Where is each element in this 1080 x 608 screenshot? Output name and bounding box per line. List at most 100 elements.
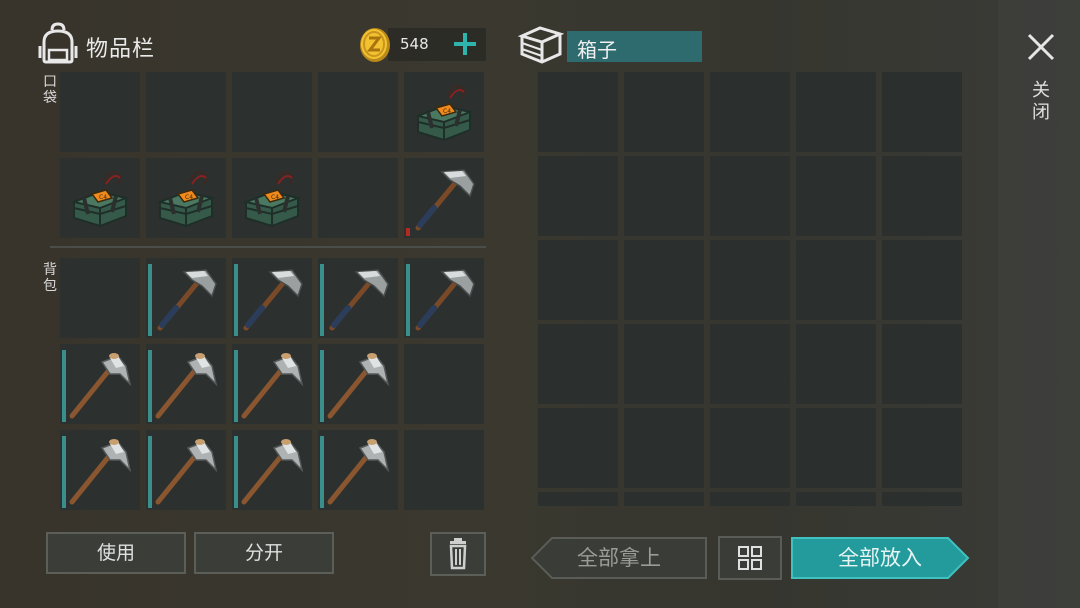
box-slot[interactable] <box>796 156 876 236</box>
stone-pickaxe-icon <box>241 439 304 505</box>
c4-explosive-icon: C4 <box>242 171 302 228</box>
box-slot[interactable] <box>796 240 876 320</box>
divider <box>50 246 486 248</box>
box-slot[interactable] <box>710 408 790 488</box>
close-icon <box>1027 33 1055 61</box>
inventory-title: 物品栏 <box>86 37 156 62</box>
stone-pickaxe-icon <box>69 439 132 505</box>
pocket-slot[interactable] <box>60 72 140 152</box>
backpack-icon <box>38 22 78 64</box>
box-slot[interactable] <box>882 492 962 506</box>
box-slot[interactable] <box>538 492 618 506</box>
svg-text:C4: C4 <box>443 108 451 115</box>
pocket-label: 口袋 <box>43 74 57 106</box>
box-slot[interactable] <box>538 324 618 404</box>
put-all-button[interactable]: 全部放入 <box>790 536 970 580</box>
backpack-slot[interactable] <box>404 430 484 510</box>
box-slot[interactable] <box>882 408 962 488</box>
take-all-label: 全部拿上 <box>577 546 661 570</box>
backpack-slot[interactable] <box>60 344 140 424</box>
durability-bar <box>148 436 152 508</box>
box-slot[interactable] <box>882 240 962 320</box>
box-slot[interactable] <box>882 72 962 152</box>
box-slot[interactable] <box>796 324 876 404</box>
backpack-slot[interactable] <box>60 430 140 510</box>
durability-bar <box>406 228 410 236</box>
trash-button[interactable] <box>430 532 486 576</box>
pocket-slot[interactable]: C4 <box>232 158 312 238</box>
backpack-slot[interactable] <box>60 258 140 338</box>
backpack-slot[interactable] <box>232 258 312 338</box>
box-slot[interactable] <box>710 240 790 320</box>
pocket-slot[interactable] <box>318 72 398 152</box>
box-slot[interactable] <box>538 72 618 152</box>
box-slot[interactable] <box>710 324 790 404</box>
box-slot[interactable] <box>710 492 790 506</box>
stone-pickaxe-icon <box>327 353 390 419</box>
steel-pickaxe-icon <box>157 269 217 331</box>
pocket-slot[interactable] <box>404 158 484 238</box>
sort-button[interactable] <box>718 536 782 580</box>
split-button[interactable]: 分开 <box>194 532 334 574</box>
steel-pickaxe-icon <box>415 269 475 331</box>
box-slot[interactable] <box>624 492 704 506</box>
durability-bar <box>406 264 410 336</box>
pocket-slot[interactable] <box>318 158 398 238</box>
backpack-slot[interactable] <box>404 344 484 424</box>
backpack-label: 背包 <box>43 262 57 294</box>
box-slot[interactable] <box>624 408 704 488</box>
box-slot[interactable] <box>796 408 876 488</box>
plus-icon <box>454 33 476 55</box>
backpack-slot[interactable] <box>318 344 398 424</box>
box-slot[interactable] <box>710 72 790 152</box>
pocket-slot[interactable]: C4 <box>60 158 140 238</box>
box-slot[interactable] <box>882 324 962 404</box>
backpack-slot[interactable] <box>146 258 226 338</box>
box-slot[interactable] <box>538 156 618 236</box>
close-label[interactable]: 关闭 <box>1030 80 1052 124</box>
box-icon <box>517 24 565 64</box>
backpack-slot[interactable] <box>232 344 312 424</box>
pocket-slot[interactable]: C4 <box>404 72 484 152</box>
close-button[interactable] <box>1026 32 1056 62</box>
svg-text:C4: C4 <box>271 194 279 201</box>
add-coins-button[interactable] <box>452 31 478 57</box>
backpack-slot[interactable] <box>232 430 312 510</box>
durability-bar <box>234 350 238 422</box>
pocket-slot[interactable] <box>146 72 226 152</box>
svg-text:C4: C4 <box>99 194 107 201</box>
backpack-slot[interactable] <box>146 430 226 510</box>
steel-pickaxe-icon <box>329 269 389 331</box>
use-button[interactable]: 使用 <box>46 532 186 574</box>
c4-explosive-icon: C4 <box>414 85 474 142</box>
durability-bar <box>320 436 324 508</box>
backpack-slot[interactable] <box>318 258 398 338</box>
put-all-label: 全部放入 <box>838 546 922 570</box>
backpack-slot[interactable] <box>146 344 226 424</box>
steel-pickaxe-icon <box>415 169 475 231</box>
durability-bar <box>62 350 66 422</box>
box-slot[interactable] <box>624 72 704 152</box>
box-slot[interactable] <box>624 324 704 404</box>
box-slot[interactable] <box>624 156 704 236</box>
coin-icon <box>357 27 393 63</box>
pocket-slot[interactable] <box>232 72 312 152</box>
svg-text:C4: C4 <box>185 194 193 201</box>
durability-bar <box>320 264 324 336</box>
backpack-slot[interactable] <box>404 258 484 338</box>
box-slot[interactable] <box>624 240 704 320</box>
box-slot[interactable] <box>710 156 790 236</box>
pocket-slot[interactable]: C4 <box>146 158 226 238</box>
coin-count: 548 <box>400 35 429 53</box>
box-slot[interactable] <box>796 72 876 152</box>
backpack-slot[interactable] <box>318 430 398 510</box>
box-slot[interactable] <box>538 408 618 488</box>
box-title-label: 箱子 <box>577 38 617 62</box>
durability-bar <box>320 350 324 422</box>
box-slot[interactable] <box>796 492 876 506</box>
box-title: 箱子 <box>567 31 702 62</box>
sort-grid-icon <box>718 536 782 580</box>
take-all-button[interactable]: 全部拿上 <box>530 536 708 580</box>
box-slot[interactable] <box>538 240 618 320</box>
box-slot[interactable] <box>882 156 962 236</box>
